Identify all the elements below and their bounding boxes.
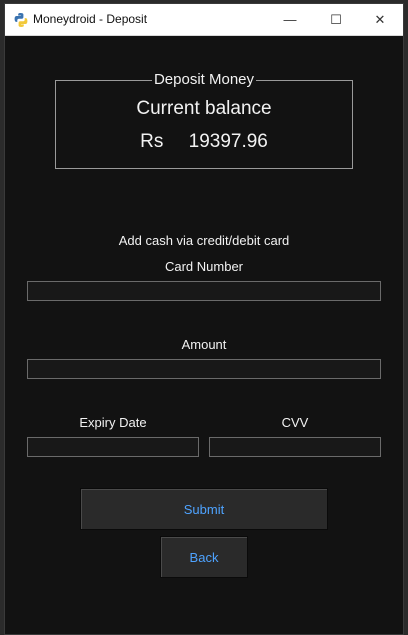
amount-input[interactable] (27, 359, 381, 379)
balance-amount: 19397.96 (188, 131, 268, 152)
amount-label: Amount (181, 337, 227, 352)
python-icon (14, 13, 28, 27)
cvv-label: CVV (281, 415, 309, 430)
card-number-label: Card Number (164, 259, 244, 274)
minimize-icon: — (283, 12, 297, 27)
balance-value: Rs 19397.96 (56, 131, 352, 153)
group-legend: Deposit Money (151, 71, 257, 88)
deposit-form-area: Deposit Money Current balance Rs 19397.9… (5, 36, 403, 634)
cvv-input[interactable] (209, 437, 381, 457)
balance-group-box: Deposit Money Current balance Rs 19397.9… (55, 71, 353, 169)
minimize-button[interactable]: — (267, 4, 313, 35)
maximize-icon: ☐ (330, 11, 342, 27)
current-balance-label: Current balance (136, 98, 272, 119)
deposit-window: Moneydroid - Deposit — ☐ ✕ Deposit Money… (4, 3, 404, 635)
maximize-button[interactable]: ☐ (313, 4, 359, 35)
close-button[interactable]: ✕ (357, 4, 403, 35)
back-button[interactable]: Back (160, 536, 248, 578)
card-number-input[interactable] (27, 281, 381, 301)
currency-label: Rs (140, 131, 164, 152)
expiry-date-label: Expiry Date (79, 415, 147, 430)
title-bar[interactable]: Moneydroid - Deposit — ☐ ✕ (5, 4, 403, 36)
submit-button[interactable]: Submit (80, 488, 328, 530)
card-section-heading: Add cash via credit/debit card (118, 233, 290, 248)
window-title: Moneydroid - Deposit (33, 12, 148, 26)
submit-button-label: Submit (183, 501, 225, 517)
back-button-label: Back (189, 549, 219, 565)
close-icon: ✕ (374, 11, 386, 27)
expiry-date-input[interactable] (27, 437, 199, 457)
